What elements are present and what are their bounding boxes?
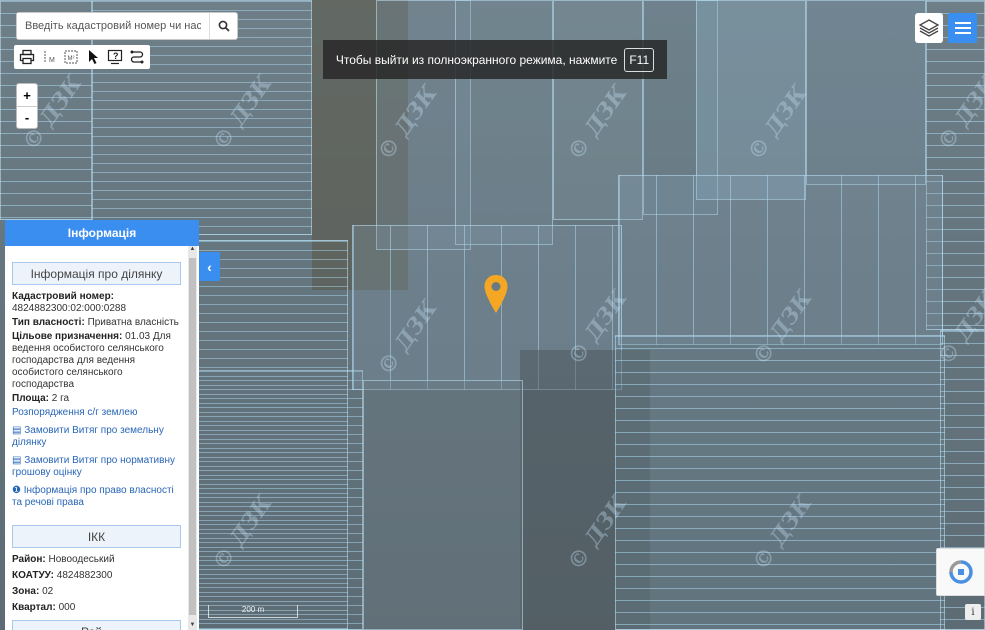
parcel-strip-row bbox=[618, 175, 943, 345]
search-input[interactable] bbox=[17, 13, 209, 39]
district-value: Новоодеський bbox=[48, 554, 115, 565]
print-button[interactable] bbox=[17, 47, 37, 67]
measure-line-label: M bbox=[49, 57, 55, 64]
menu-button[interactable] bbox=[948, 13, 977, 43]
zoom-out-button[interactable]: - bbox=[17, 106, 37, 128]
district-label: Район: bbox=[12, 554, 46, 565]
ikk-title: ІКК bbox=[12, 525, 181, 548]
chevron-left-icon: ‹ bbox=[207, 258, 212, 275]
koatuu-label: КОАТУУ: bbox=[12, 570, 54, 581]
scroll-down-icon[interactable]: ▼ bbox=[188, 622, 197, 628]
fullscreen-key: F11 bbox=[624, 47, 655, 72]
cursor-icon bbox=[89, 50, 98, 64]
parcel-area bbox=[455, 0, 553, 245]
zone-row: Зона: 02 bbox=[12, 586, 181, 598]
layers-icon bbox=[918, 19, 940, 37]
parcel-area bbox=[806, 0, 926, 185]
district-row: Район: Новоодеський bbox=[12, 554, 181, 566]
parcel-area bbox=[696, 0, 806, 200]
zoom-control: + - bbox=[16, 83, 38, 129]
search-button[interactable] bbox=[209, 13, 237, 39]
collapse-panel-button[interactable]: ‹ bbox=[199, 252, 220, 281]
route-button[interactable] bbox=[127, 47, 147, 67]
printer-icon bbox=[19, 49, 35, 65]
select-cursor-button[interactable] bbox=[83, 47, 103, 67]
zone-label: Зона: bbox=[12, 586, 40, 597]
order-parcel-extract-link[interactable]: ▤ Замовити Витяг про земельну ділянку bbox=[12, 425, 181, 449]
info-icon[interactable]: i bbox=[965, 604, 981, 620]
koatuu-value: 4824882300 bbox=[56, 570, 113, 581]
quarter-label: Квартал: bbox=[12, 602, 56, 613]
measure-area-icon: M² bbox=[64, 50, 78, 64]
document-icon: ▤ bbox=[12, 455, 22, 466]
area-label: Площа: bbox=[12, 393, 49, 404]
cadastral-number-label: Кадастровий номер: bbox=[12, 291, 115, 302]
svg-text:?: ? bbox=[113, 51, 119, 61]
parcel-area bbox=[198, 370, 363, 630]
land-disposal-link[interactable]: Розпорядження с/г землею bbox=[12, 407, 181, 419]
purpose-label: Цільове призначення: bbox=[12, 331, 123, 342]
ownership-rights-label: Інформація про право власності та речові… bbox=[12, 485, 174, 508]
panel-scrollbar[interactable]: ▲ ▼ bbox=[188, 246, 197, 630]
layers-button[interactable] bbox=[915, 13, 943, 43]
quarter-value: 000 bbox=[58, 602, 76, 613]
measure-area-label: M² bbox=[68, 56, 75, 62]
area-row: Площа: 2 га bbox=[12, 393, 181, 405]
ownership-row: Тип власності: Приватна власність bbox=[12, 317, 181, 329]
divider bbox=[12, 515, 181, 525]
purpose-row: Цільове призначення: 01.03 Для ведення о… bbox=[12, 331, 181, 391]
identify-icon: ? bbox=[107, 49, 123, 65]
next-section-title: Рай... bbox=[12, 620, 181, 630]
measure-line-button[interactable]: M bbox=[39, 47, 59, 67]
ownership-rights-link[interactable]: ❶ Інформація про право власності та речо… bbox=[12, 485, 181, 509]
order-valuation-extract-link[interactable]: ▤ Замовити Витяг про нормативну грошову … bbox=[12, 455, 181, 479]
hamburger-icon bbox=[954, 22, 971, 34]
measure-area-button[interactable]: M² bbox=[61, 47, 81, 67]
cadastral-number-value: 4824882300:02:000:0288 bbox=[12, 303, 127, 314]
identify-button[interactable]: ? bbox=[105, 47, 125, 67]
parcel-info-title: Інформація про ділянку bbox=[12, 262, 181, 285]
parcel-area bbox=[363, 380, 523, 630]
search-icon bbox=[218, 20, 230, 32]
recaptcha-badge[interactable] bbox=[936, 548, 985, 596]
ownership-label: Тип власності: bbox=[12, 317, 85, 328]
zone-value: 02 bbox=[42, 586, 54, 597]
scroll-thumb[interactable] bbox=[189, 258, 196, 615]
map-toolbar: M M² ? bbox=[14, 45, 150, 69]
scale-bar: 200 m bbox=[208, 605, 298, 618]
order-parcel-extract-label: Замовити Витяг про земельну ділянку bbox=[12, 425, 164, 448]
panel-content[interactable]: Інформація про ділянку Кадастровий номер… bbox=[5, 246, 188, 630]
fullscreen-hint: Чтобы выйти из полноэкранного режима, на… bbox=[323, 40, 667, 79]
area-value: 2 га bbox=[51, 393, 70, 404]
info-panel: Інформація Інформація про ділянку Кадаст… bbox=[5, 220, 199, 630]
order-valuation-extract-label: Замовити Витяг про нормативну грошову оц… bbox=[12, 455, 175, 478]
parcel-area bbox=[615, 335, 945, 630]
cadastral-number-row: Кадастровий номер: 4824882300:02:000:028… bbox=[12, 291, 181, 315]
measure-line-icon: M bbox=[44, 51, 55, 64]
info-circle-icon: ❶ bbox=[12, 485, 21, 496]
scroll-up-icon[interactable]: ▲ bbox=[188, 246, 197, 255]
cadastral-search bbox=[16, 12, 238, 40]
location-marker-icon[interactable] bbox=[483, 274, 509, 314]
route-icon bbox=[130, 50, 144, 64]
recaptcha-icon bbox=[948, 560, 973, 584]
fullscreen-hint-text: Чтобы выйти из полноэкранного режима, на… bbox=[335, 52, 618, 67]
panel-header: Інформація bbox=[5, 220, 199, 246]
quarter-row: Квартал: 000 bbox=[12, 602, 181, 614]
zoom-in-button[interactable]: + bbox=[17, 84, 37, 106]
document-icon: ▤ bbox=[12, 425, 22, 436]
ownership-value: Приватна власність bbox=[87, 317, 179, 328]
koatuu-row: КОАТУУ: 4824882300 bbox=[12, 570, 181, 582]
